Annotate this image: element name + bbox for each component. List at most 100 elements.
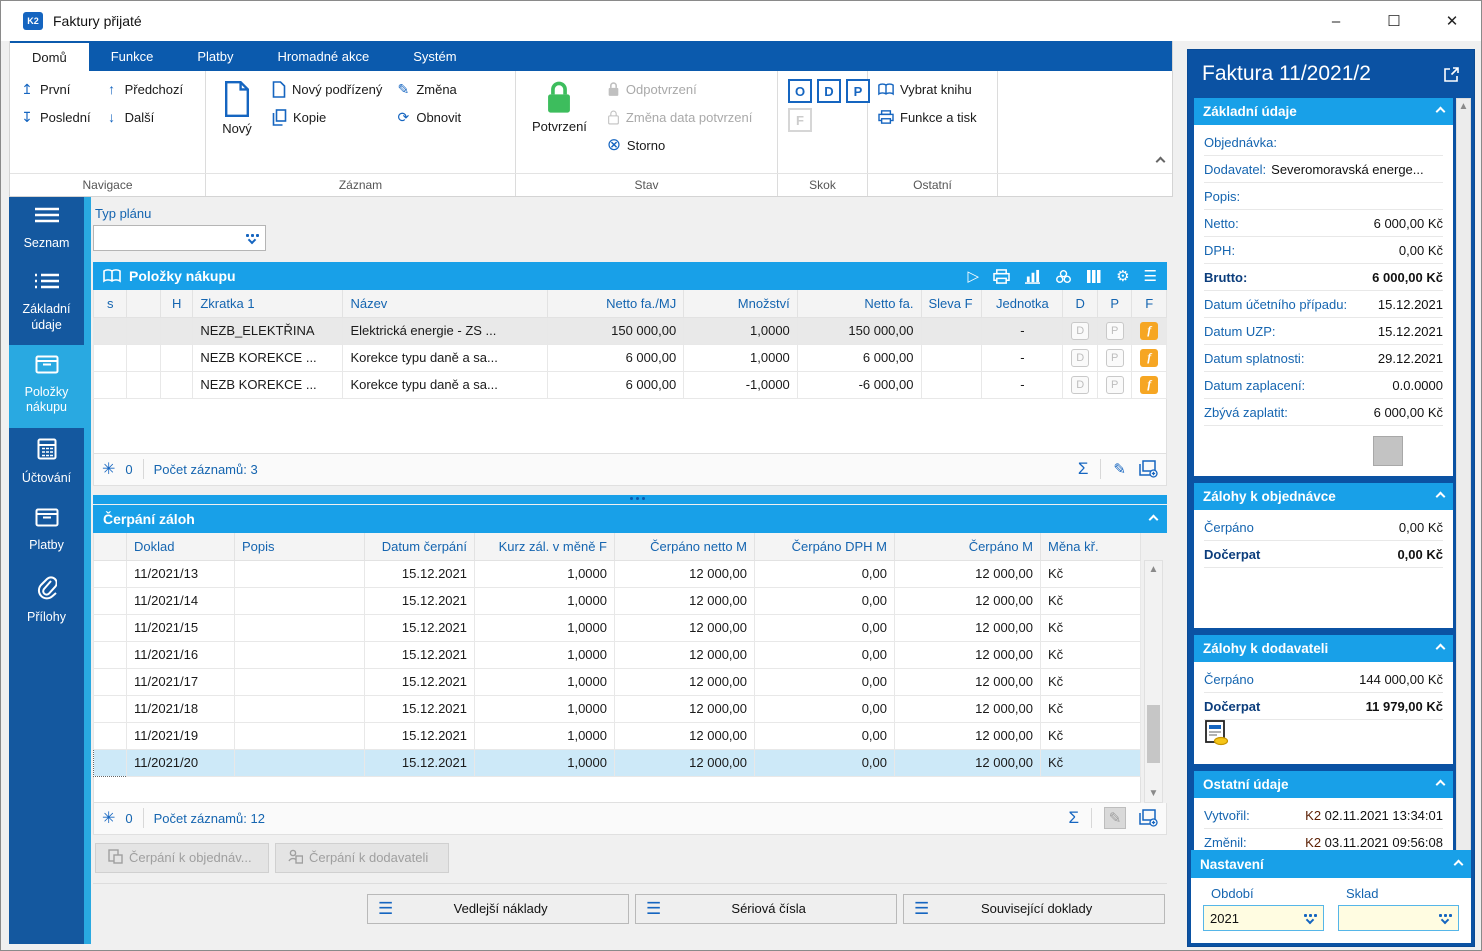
copy-table-icon[interactable]: [1138, 809, 1158, 827]
column-header[interactable]: Měna kř.: [1041, 533, 1141, 560]
column-header[interactable]: Čerpáno netto M: [615, 533, 755, 560]
bottom-button-1[interactable]: ☰Vedlejší náklady: [367, 894, 629, 924]
run-icon[interactable]: ▷: [968, 267, 980, 285]
row-selector[interactable]: [94, 587, 127, 614]
row-selector[interactable]: [94, 614, 127, 641]
p-flag-button[interactable]: P: [1106, 376, 1124, 394]
row-selector[interactable]: [94, 641, 127, 668]
refresh-button[interactable]: ⟳Obnovit: [396, 107, 461, 127]
table-row[interactable]: 11/2021/1615.12.20211,000012 000,000,001…: [94, 641, 1141, 668]
previous-button[interactable]: ↑Předchozí: [105, 79, 184, 99]
copy-table-icon[interactable]: [1138, 460, 1158, 478]
f-flag-button[interactable]: f: [1140, 376, 1158, 394]
column-header[interactable]: F: [1132, 290, 1167, 317]
column-header[interactable]: Datum čerpání: [365, 533, 475, 560]
scroll-up-icon[interactable]: ▲: [1459, 101, 1469, 112]
column-header[interactable]: Čerpáno DPH M: [755, 533, 895, 560]
ribbon-collapse-button[interactable]: [1157, 152, 1164, 170]
change-button[interactable]: ✎Změna: [396, 79, 461, 99]
panel-menu-icon[interactable]: ☰: [1144, 267, 1157, 285]
next-button[interactable]: ↓Další: [105, 107, 184, 127]
chart-icon[interactable]: [1024, 269, 1041, 284]
copy-button[interactable]: Kopie: [272, 107, 382, 127]
column-header[interactable]: P: [1097, 290, 1131, 317]
sidebar-item-6[interactable]: Přílohy: [9, 566, 84, 638]
table-row[interactable]: NEZB_ELEKTŘINAElektrická energie - ZS ..…: [94, 317, 1167, 344]
new-button[interactable]: Nový: [216, 77, 258, 173]
minimize-button[interactable]: –: [1307, 2, 1365, 40]
table-row[interactable]: 11/2021/1815.12.20211,000012 000,000,001…: [94, 695, 1141, 722]
column-header[interactable]: Kurz zál. v měně F: [475, 533, 615, 560]
bottom-button-3[interactable]: ☰Související doklady: [903, 894, 1165, 924]
first-button[interactable]: ↥První: [20, 79, 91, 99]
maximize-button[interactable]: ☐: [1365, 2, 1423, 40]
tab-domu[interactable]: Domů: [10, 41, 89, 71]
close-button[interactable]: ✕: [1423, 2, 1481, 40]
advance-document-icon[interactable]: [1204, 733, 1230, 750]
f-flag-button[interactable]: f: [1140, 349, 1158, 367]
table-row[interactable]: 11/2021/1915.12.20211,000012 000,000,001…: [94, 722, 1141, 749]
columns-icon[interactable]: [1086, 269, 1102, 284]
d-flag-button[interactable]: D: [1071, 376, 1089, 394]
collapse-icon[interactable]: [1436, 107, 1446, 117]
sidebar-item-3[interactable]: Položky nákupu: [9, 345, 84, 428]
p-flag-button[interactable]: P: [1106, 322, 1124, 340]
table-row[interactable]: NEZB KOREKCE ...Korekce typu daně a sa..…: [94, 344, 1167, 371]
print-white-icon[interactable]: [993, 269, 1010, 284]
confirm-button[interactable]: Potvrzení: [526, 77, 593, 173]
table-row[interactable]: 11/2021/1315.12.20211,000012 000,000,001…: [94, 560, 1141, 587]
column-header[interactable]: Sleva F: [921, 290, 982, 317]
sidebar-item-5[interactable]: Platby: [9, 498, 84, 565]
column-header[interactable]: Zkratka 1: [193, 290, 343, 317]
functions-print-button[interactable]: Funkce a tisk: [878, 107, 977, 127]
row-selector[interactable]: [94, 560, 127, 587]
f-flag-button[interactable]: f: [1140, 322, 1158, 340]
new-child-button[interactable]: Nový podřízený: [272, 79, 382, 99]
jump-d-button[interactable]: D: [817, 79, 841, 103]
gear-icon[interactable]: ⚙: [1116, 267, 1129, 285]
tab-system[interactable]: Systém: [391, 41, 478, 71]
column-header[interactable]: D: [1063, 290, 1097, 317]
sidebar-item-4[interactable]: Účtování: [9, 428, 84, 498]
table-row[interactable]: 11/2021/2015.12.20211,000012 000,000,001…: [94, 749, 1141, 776]
scroll-down-icon[interactable]: ▼: [1149, 788, 1159, 799]
scroll-thumb[interactable]: [1147, 705, 1160, 763]
select-book-button[interactable]: Vybrat knihu: [878, 79, 977, 99]
advances-scrollbar[interactable]: ▲ ▼: [1144, 560, 1163, 803]
last-button[interactable]: ↧Poslední: [20, 107, 91, 127]
collapse-icon[interactable]: [1436, 492, 1446, 502]
d-flag-button[interactable]: D: [1071, 322, 1089, 340]
row-selector[interactable]: [94, 749, 127, 776]
p-flag-button[interactable]: P: [1106, 349, 1124, 367]
column-header[interactable]: Popis: [235, 533, 365, 560]
tab-hromadne-akce[interactable]: Hromadné akce: [255, 41, 391, 71]
sidebar-item-2[interactable]: Základní údaje: [9, 263, 84, 345]
collapse-icon[interactable]: [1454, 859, 1464, 869]
bottom-button-2[interactable]: ☰Sériová čísla: [635, 894, 897, 924]
tab-funkce[interactable]: Funkce: [89, 41, 176, 71]
storno-button[interactable]: ⊗Storno: [607, 135, 752, 155]
panel-scrollbar[interactable]: ▲ ▼: [1456, 98, 1471, 898]
table-row[interactable]: 11/2021/1415.12.20211,000012 000,000,001…: [94, 587, 1141, 614]
table-row[interactable]: 11/2021/1715.12.20211,000012 000,000,001…: [94, 668, 1141, 695]
column-header[interactable]: Netto fa./MJ: [548, 290, 684, 317]
row-selector[interactable]: [94, 695, 127, 722]
row-selector[interactable]: [94, 668, 127, 695]
collapse-icon[interactable]: [1436, 644, 1446, 654]
d-flag-button[interactable]: D: [1071, 349, 1089, 367]
column-header[interactable]: Doklad: [127, 533, 235, 560]
sum-icon[interactable]: Σ: [1078, 459, 1102, 479]
column-header[interactable]: Jednotka: [982, 290, 1063, 317]
table-row[interactable]: NEZB KOREKCE ...Korekce typu daně a sa..…: [94, 371, 1167, 398]
cluster-icon[interactable]: [1055, 269, 1072, 284]
column-header[interactable]: Čerpáno M: [895, 533, 1041, 560]
open-external-icon[interactable]: [1443, 66, 1460, 83]
column-header[interactable]: s: [94, 290, 127, 317]
tab-platby[interactable]: Platby: [175, 41, 255, 71]
column-header[interactable]: Netto fa.: [797, 290, 921, 317]
column-header[interactable]: [94, 533, 127, 560]
obdobi-combobox[interactable]: 2021: [1203, 905, 1324, 931]
typ-planu-combobox[interactable]: [93, 225, 266, 251]
collapse-icon[interactable]: [1436, 780, 1446, 790]
jump-p-button[interactable]: P: [846, 79, 870, 103]
